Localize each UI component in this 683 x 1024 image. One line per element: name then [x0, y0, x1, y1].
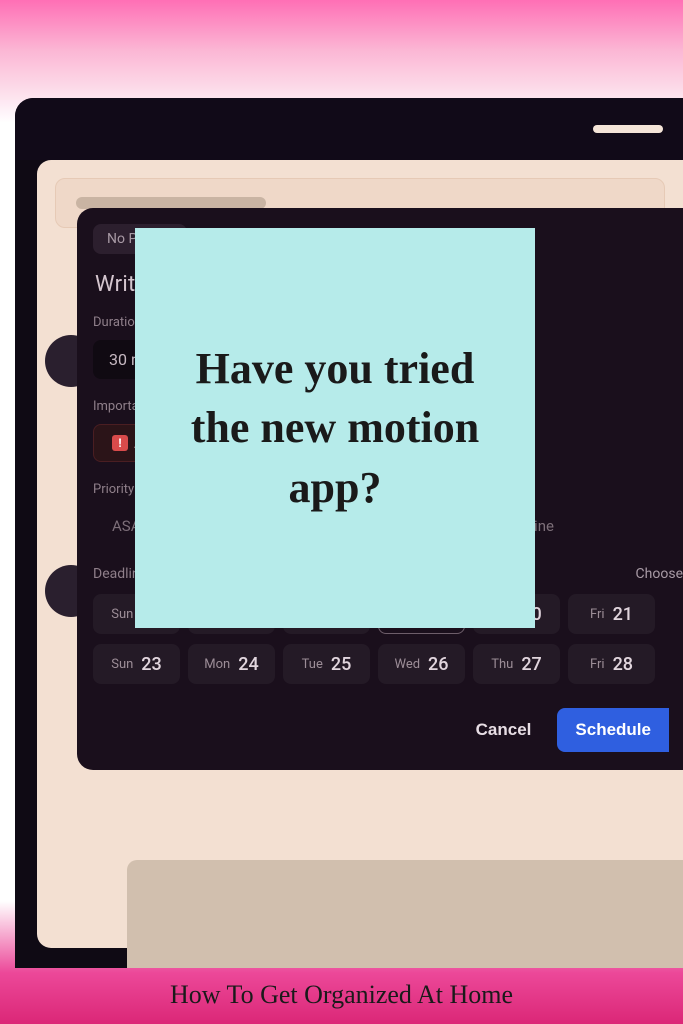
date-cell[interactable]: Wed 26 — [378, 644, 465, 684]
choose-date-link[interactable]: Choose — [636, 566, 683, 582]
date-dow: Sun — [111, 657, 133, 672]
date-cell[interactable]: Sun 23 — [93, 644, 180, 684]
date-num: 26 — [428, 654, 448, 675]
date-dow: Fri — [590, 657, 605, 672]
date-num: 27 — [521, 654, 541, 675]
date-row: Sun 23 Mon 24 Tue 25 Wed 26 Thu 27 Fri 28 — [93, 644, 683, 684]
content-placeholder — [127, 860, 683, 968]
date-dow: Thu — [491, 657, 513, 672]
sticky-note-text: Have you tried the new motion app? — [165, 339, 505, 517]
date-cell[interactable]: Tue 25 — [283, 644, 370, 684]
date-dow: Mon — [204, 657, 230, 672]
date-num: 24 — [238, 654, 258, 675]
page-gradient-top — [0, 0, 683, 100]
schedule-button[interactable]: Schedule — [557, 708, 669, 752]
modal-actions: Cancel Schedule — [93, 708, 683, 752]
app-topbar — [15, 98, 683, 160]
date-num: 28 — [613, 654, 633, 675]
sticky-note-overlay: Have you tried the new motion app? — [135, 228, 535, 628]
window-handle — [593, 125, 663, 133]
date-cell[interactable]: Fri 21 — [568, 594, 655, 634]
date-cell[interactable]: Mon 24 — [188, 644, 275, 684]
date-dow: Fri — [590, 607, 605, 622]
date-num: 23 — [141, 654, 161, 675]
date-dow: Wed — [394, 657, 420, 672]
alert-icon: ! — [112, 435, 128, 451]
date-cell[interactable]: Thu 27 — [473, 644, 560, 684]
cancel-button[interactable]: Cancel — [464, 710, 544, 750]
date-cell[interactable]: Fri 28 — [568, 644, 655, 684]
date-num: 21 — [613, 604, 633, 625]
date-dow: Tue — [302, 657, 323, 672]
date-dow: Sun — [111, 607, 133, 622]
date-num: 25 — [331, 654, 351, 675]
footer-caption: How To Get Organized At Home — [0, 980, 683, 1010]
